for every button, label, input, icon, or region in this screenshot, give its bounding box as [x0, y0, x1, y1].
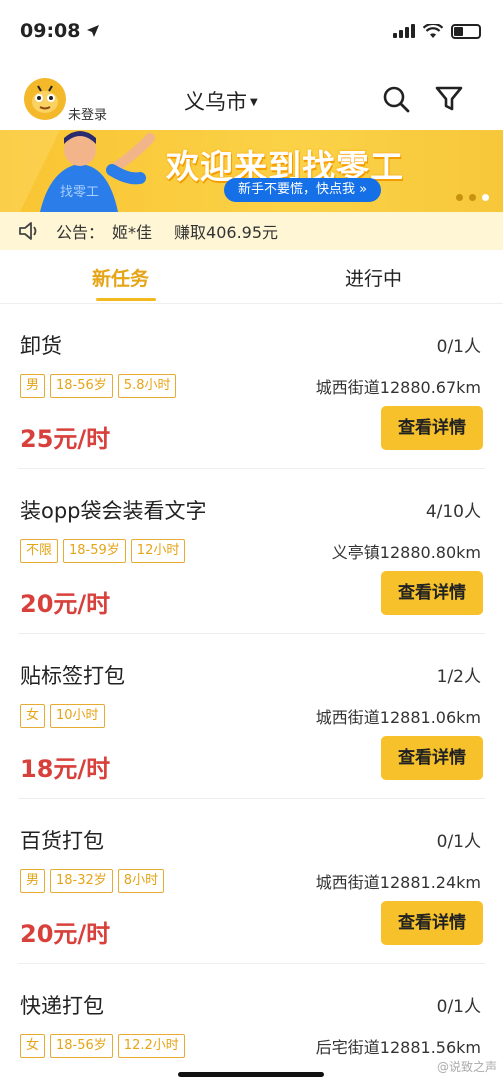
task-location: 城西街道12881.24km [315, 873, 481, 892]
tag-gender: 不限 [20, 539, 59, 563]
tag-hours: 10小时 [50, 704, 105, 728]
task-title: 快递打包 [20, 994, 104, 1018]
task-title: 贴标签打包 [20, 664, 125, 688]
task-tags: 男 18-56岁 5.8小时 [20, 374, 177, 398]
login-status[interactable]: 未登录 [68, 104, 107, 123]
task-tags: 女 18-56岁 12.2小时 [20, 1034, 185, 1058]
view-details-button[interactable]: 查看详情 [381, 406, 483, 450]
location-arrow-icon [87, 25, 100, 37]
task-list: 卸货 0/1人 男 18-56岁 5.8小时 城西街道12880.67km 25… [0, 304, 503, 1089]
task-title: 百货打包 [20, 829, 104, 853]
tag-gender: 女 [20, 704, 46, 728]
carousel-dot[interactable] [469, 194, 476, 201]
city-selector[interactable]: 义乌市 ▼ [184, 86, 258, 116]
tag-age: 18-32岁 [50, 869, 113, 893]
mascot-illustration: 找零工 [0, 130, 155, 212]
task-card[interactable]: 快递打包 0/1人 女 18-56岁 12.2小时 后宅街道12881.56km [18, 964, 485, 1089]
task-card[interactable]: 装opp袋会装看文字 4/10人 不限 18-59岁 12小时 义亭镇12880… [18, 469, 485, 634]
home-indicator[interactable] [178, 1072, 324, 1077]
watermark: @说致之声 [436, 1060, 497, 1074]
status-bar: 09:08 [0, 0, 503, 62]
task-card[interactable]: 百货打包 0/1人 男 18-32岁 8小时 城西街道12881.24km 20… [18, 799, 485, 964]
view-details-button[interactable]: 查看详情 [381, 571, 483, 615]
battery-icon [451, 23, 481, 39]
task-location: 义亭镇12880.80km [331, 543, 481, 562]
task-wage: 20元/时 [20, 920, 111, 948]
bee-mascot-icon [24, 78, 66, 120]
tab-underline [96, 298, 156, 301]
filter-icon[interactable] [434, 84, 464, 114]
tag-age: 18-56岁 [50, 1034, 113, 1058]
welcome-banner[interactable]: 找零工 欢迎来到找零工 新手不要慌，快点我 » [0, 130, 503, 212]
carousel-dot[interactable] [456, 194, 463, 201]
task-tags: 不限 18-59岁 12小时 [20, 539, 186, 563]
tag-gender: 女 [20, 1034, 46, 1058]
city-name: 义乌市 [184, 90, 247, 114]
announcement-label: 公告： [56, 223, 105, 242]
announcement-user: 姬*佳 [112, 223, 153, 242]
banner-cta-button[interactable]: 新手不要慌，快点我 » [224, 178, 382, 202]
tag-gender: 男 [20, 374, 46, 398]
tag-hours: 8小时 [117, 869, 165, 893]
carousel-dots [456, 194, 489, 201]
wifi-icon [423, 23, 443, 38]
avatar[interactable] [24, 78, 66, 120]
tag-hours: 12小时 [130, 539, 186, 563]
task-location: 城西街道12881.06km [315, 708, 481, 727]
clock: 09:08 [20, 20, 81, 42]
task-headcount: 0/1人 [436, 997, 481, 1017]
tab-new-tasks[interactable]: 新任务 [92, 264, 149, 291]
task-wage: 25元/时 [20, 425, 111, 453]
task-tags: 男 18-32岁 8小时 [20, 869, 165, 893]
task-wage: 20元/时 [20, 590, 111, 618]
task-headcount: 0/1人 [436, 337, 481, 357]
task-headcount: 4/10人 [425, 502, 481, 522]
tag-hours: 12.2小时 [117, 1034, 185, 1058]
task-title: 装opp袋会装看文字 [20, 499, 207, 523]
tab-in-progress[interactable]: 进行中 [345, 264, 402, 291]
search-icon[interactable] [381, 84, 411, 114]
tag-gender: 男 [20, 869, 46, 893]
speaker-icon [19, 222, 37, 240]
announcement-bar: 公告： 姬*佳 赚取406.95元 [0, 212, 503, 250]
view-details-button[interactable]: 查看详情 [381, 901, 483, 945]
status-time: 09:08 [20, 20, 100, 42]
view-details-button[interactable]: 查看详情 [381, 736, 483, 780]
app-header: 未登录 义乌市 ▼ [0, 70, 503, 128]
task-card[interactable]: 卸货 0/1人 男 18-56岁 5.8小时 城西街道12880.67km 25… [18, 304, 485, 469]
task-headcount: 0/1人 [436, 832, 481, 852]
signal-icon [393, 24, 415, 38]
task-title: 卸货 [20, 334, 62, 358]
task-tags: 女 10小时 [20, 704, 105, 728]
tag-age: 18-59岁 [63, 539, 126, 563]
task-location: 城西街道12880.67km [315, 378, 481, 397]
mascot-shirt-text: 找零工 [60, 185, 99, 200]
caret-down-icon: ▼ [250, 96, 258, 108]
task-tabs: 新任务 进行中 [0, 256, 503, 304]
carousel-dot-active[interactable] [482, 194, 489, 201]
tag-hours: 5.8小时 [117, 374, 177, 398]
task-headcount: 1/2人 [436, 667, 481, 687]
task-wage: 18元/时 [20, 755, 111, 783]
status-right [393, 23, 481, 39]
announcement-earnings: 赚取406.95元 [174, 223, 279, 242]
task-location: 后宅街道12881.56km [315, 1038, 481, 1057]
tag-age: 18-56岁 [50, 374, 113, 398]
task-card[interactable]: 贴标签打包 1/2人 女 10小时 城西街道12881.06km 18元/时 查… [18, 634, 485, 799]
